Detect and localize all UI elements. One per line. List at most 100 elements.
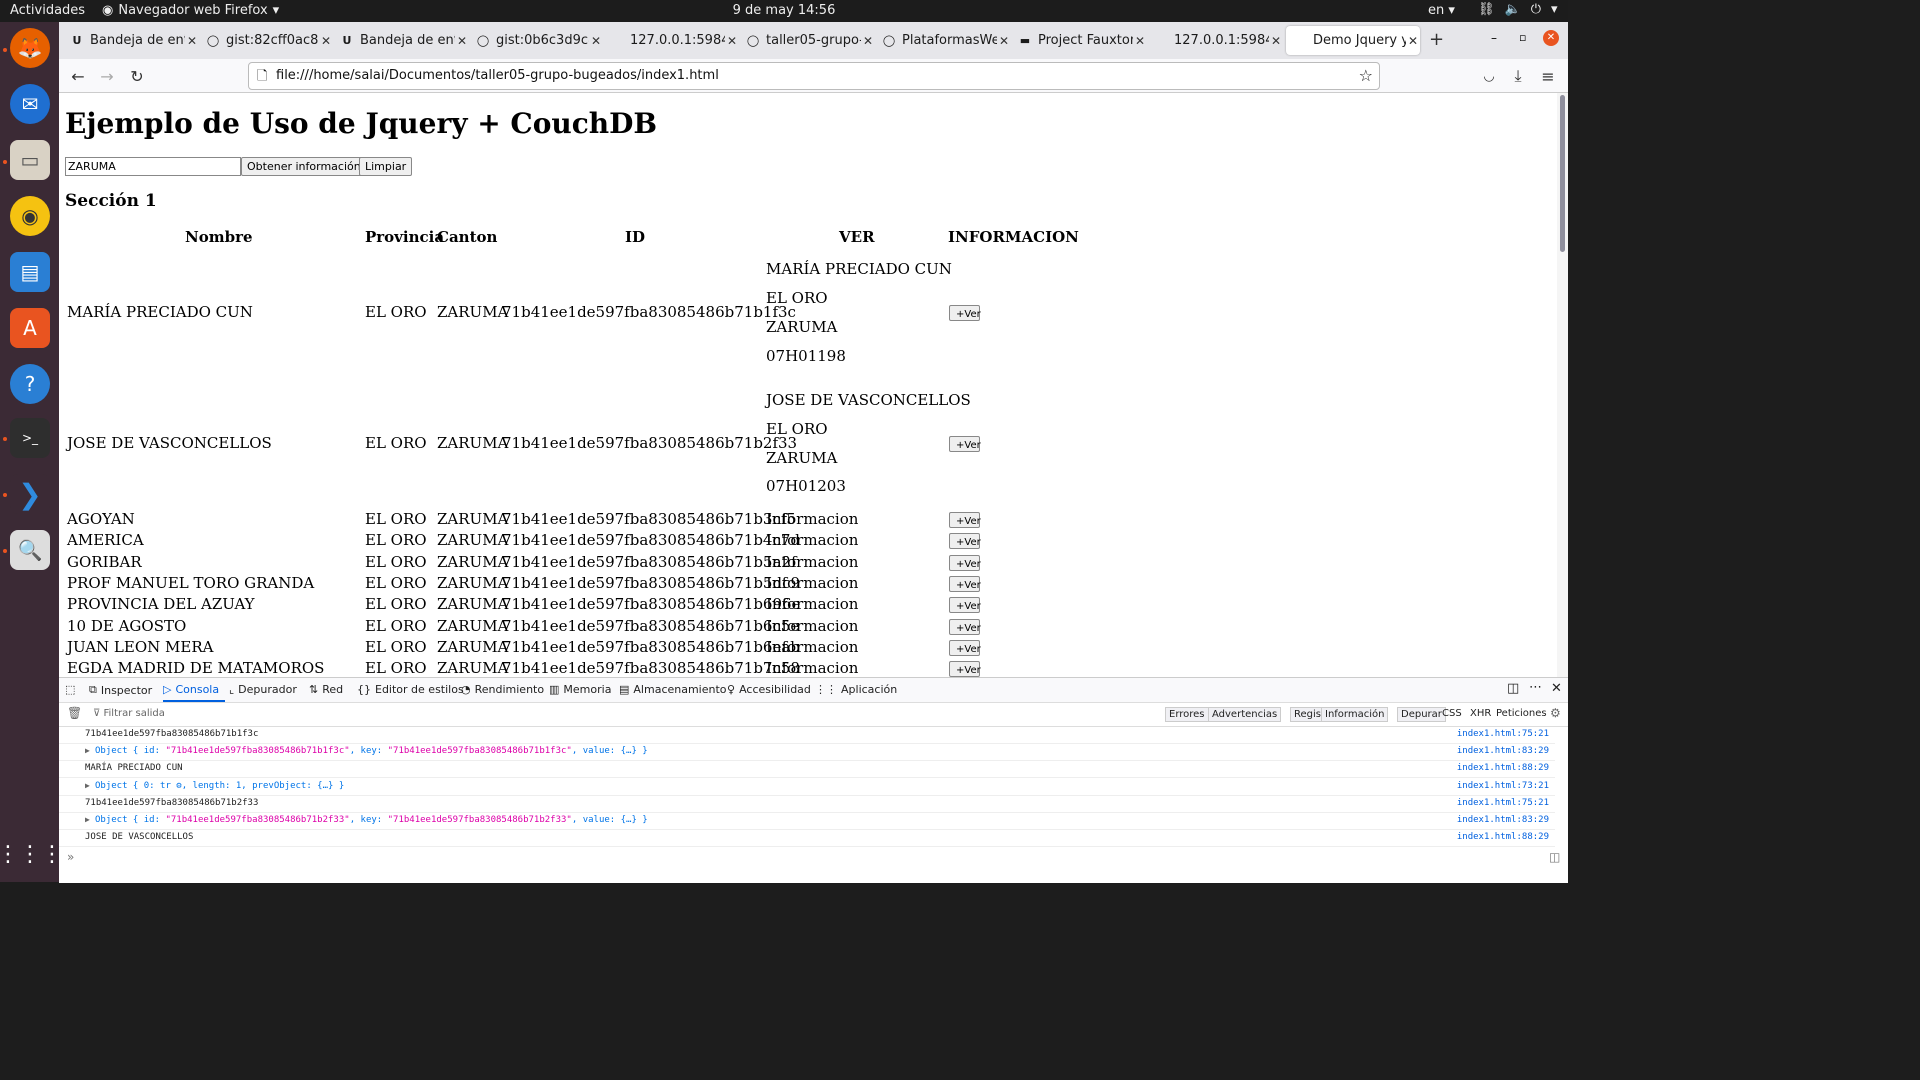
more-options-icon[interactable]: ⋯ <box>1529 680 1542 695</box>
devtools-tab-4[interactable]: {} Editor de estilos <box>357 683 464 696</box>
get-info-button[interactable]: Obtener información <box>241 157 367 176</box>
request-filter-1[interactable]: XHR <box>1467 707 1494 720</box>
log-object[interactable]: Object { id: "71b41ee1de597fba83085486b7… <box>95 815 648 825</box>
log-source-link[interactable]: index1.html:83:29 <box>1457 815 1549 825</box>
devtools-tab-8[interactable]: ♀ Accesibilidad <box>727 683 811 696</box>
expand-triangle-icon[interactable]: ▶ <box>85 781 90 790</box>
files-icon[interactable]: ▭ <box>10 140 50 180</box>
console-input[interactable]: » ◫ <box>59 848 1568 868</box>
devtools-tab-1[interactable]: ▷ Consola <box>163 683 219 696</box>
log-source-link[interactable]: index1.html:75:21 <box>1457 798 1549 808</box>
url-bar[interactable]: 🗋 file:///home/salai/Documentos/taller05… <box>248 62 1380 90</box>
minimize-button[interactable]: – <box>1491 31 1497 45</box>
devtools-tab-9[interactable]: ⋮⋮ Aplicación <box>815 683 897 696</box>
ver-button[interactable]: +Ver <box>949 305 981 321</box>
scrollbar[interactable] <box>1557 93 1568 677</box>
thunderbird-icon[interactable]: ✉ <box>10 84 50 124</box>
close-devtools-icon[interactable]: ✕ <box>1551 681 1562 696</box>
tab-0[interactable]: U Bandeja de entr ✕ <box>63 26 199 55</box>
download-icon[interactable]: ⤓ <box>1507 65 1529 87</box>
tab-close-icon[interactable]: ✕ <box>319 34 333 48</box>
menu-icon[interactable]: ≡ <box>1537 65 1559 87</box>
tab-2[interactable]: U Bandeja de entr ✕ <box>333 26 469 55</box>
app-grid-icon[interactable]: ⋮⋮⋮ <box>0 834 63 874</box>
devtools-tab-0[interactable]: ⧉ Inspector <box>89 683 152 697</box>
tab-close-icon[interactable]: ✕ <box>1269 34 1283 48</box>
clear-button[interactable]: Limpiar <box>359 157 413 176</box>
ver-button[interactable]: +Ver <box>949 661 981 677</box>
tab-1[interactable]: ◯ gist:82cff0ac8cf✕ <box>199 26 333 55</box>
dock-side-icon[interactable]: ◫ <box>1507 681 1519 696</box>
tab-close-icon[interactable]: ✕ <box>861 34 875 48</box>
reload-button[interactable]: ↻ <box>126 65 148 87</box>
clock[interactable]: 9 de may 14:56 <box>733 3 836 18</box>
ver-button[interactable]: +Ver <box>949 533 981 550</box>
log-filter-0[interactable]: Errores <box>1165 707 1209 722</box>
ver-button[interactable]: +Ver <box>949 436 981 452</box>
tab-7[interactable]: ▬ Project Fauxton ✕ <box>1011 26 1147 55</box>
devtools-tab-3[interactable]: ⇅ Red <box>309 683 343 696</box>
log-source-link[interactable]: index1.html:75:21 <box>1457 729 1549 739</box>
log-source-link[interactable]: index1.html:83:29 <box>1457 746 1549 756</box>
log-source-link[interactable]: index1.html:88:29 <box>1457 763 1549 773</box>
firefox-icon[interactable]: 🦊 <box>10 28 50 68</box>
log-filter-1[interactable]: Advertencias <box>1208 707 1282 722</box>
ver-button[interactable]: +Ver <box>949 618 981 635</box>
devtools-tab-6[interactable]: ▥ Memoria <box>549 683 611 696</box>
request-filter-0[interactable]: CSS <box>1439 707 1465 720</box>
scrollbar-thumb[interactable] <box>1560 95 1565 252</box>
request-filter-2[interactable]: Peticiones <box>1493 707 1550 720</box>
log-object[interactable]: Object { 0: tr ⚙, length: 1, prevObject:… <box>95 781 344 791</box>
expand-triangle-icon[interactable]: ▶ <box>85 815 90 824</box>
software-center-icon[interactable]: A <box>10 308 50 348</box>
help-icon[interactable]: ? <box>10 364 50 404</box>
language-indicator[interactable]: en ▾ <box>1428 3 1455 18</box>
terminal-icon[interactable]: >_ <box>10 418 50 458</box>
tab-close-icon[interactable]: ✕ <box>997 34 1011 48</box>
tab-close-icon[interactable]: ✕ <box>1406 34 1420 48</box>
element-picker-icon[interactable]: ⬚ <box>65 683 75 696</box>
tab-6[interactable]: ◯ PlataformasWeb✕ <box>875 26 1011 55</box>
tab-3[interactable]: ◯ gist:0b6c3d9c84✕ <box>469 26 603 55</box>
expand-triangle-icon[interactable]: ▶ <box>85 746 90 755</box>
filter-input[interactable]: ⊽ Filtrar salida <box>93 708 165 719</box>
pocket-icon[interactable]: ◡ <box>1478 65 1500 87</box>
back-button[interactable]: ← <box>67 65 89 87</box>
tab-5[interactable]: ◯ taller05-grupo-b✕ <box>739 26 875 55</box>
tab-9[interactable]: Demo Jquery y Jqu✕ <box>1286 26 1420 55</box>
tab-8[interactable]: 127.0.0.1:5984/bas✕ <box>1147 26 1283 55</box>
devtools-tab-7[interactable]: ▤ Almacenamiento <box>619 683 727 696</box>
maximize-button[interactable]: ▫ <box>1519 31 1526 44</box>
forward-button[interactable]: → <box>96 65 118 87</box>
ver-button[interactable]: +Ver <box>949 597 981 614</box>
bookmark-star-icon[interactable]: ☆ <box>1359 66 1373 85</box>
log-filter-3[interactable]: Información <box>1321 707 1389 722</box>
tab-close-icon[interactable]: ✕ <box>589 34 603 48</box>
tab-close-icon[interactable]: ✕ <box>185 34 199 48</box>
close-window-button[interactable]: ✕ <box>1543 30 1559 46</box>
rhythmbox-icon[interactable]: ◉ <box>10 196 50 236</box>
ver-button[interactable]: +Ver <box>949 639 981 656</box>
split-console-icon[interactable]: ◫ <box>1549 850 1560 864</box>
ver-button[interactable]: +Ver <box>949 512 981 528</box>
search-input[interactable] <box>65 157 241 176</box>
system-tray[interactable]: ⛓ 🔈 ⏻ ▾ <box>1478 2 1558 17</box>
ver-button[interactable]: +Ver <box>949 575 981 592</box>
devtools-tab-5[interactable]: ◔ Rendimiento <box>461 683 544 696</box>
activities-button[interactable]: Actividades <box>10 3 85 18</box>
new-tab-button[interactable]: + <box>1429 29 1444 50</box>
ver-button[interactable]: +Ver <box>949 554 981 571</box>
settings-gear-icon[interactable]: ⚙ <box>1550 706 1561 720</box>
libreoffice-writer-icon[interactable]: ▤ <box>10 252 50 292</box>
vscode-icon[interactable]: ❯ <box>10 474 50 514</box>
magnifier-icon[interactable]: 🔍 <box>10 530 50 570</box>
log-object[interactable]: Object { id: "71b41ee1de597fba83085486b7… <box>95 746 648 756</box>
tab-4[interactable]: 127.0.0.1:5984/bas✕ <box>603 26 739 55</box>
app-menu[interactable]: ◉ Navegador web Firefox ▾ <box>102 3 279 18</box>
log-source-link[interactable]: index1.html:73:21 <box>1457 781 1549 791</box>
devtools-tab-2[interactable]: ⌞ Depurador <box>229 683 297 696</box>
tab-close-icon[interactable]: ✕ <box>1133 34 1147 48</box>
tab-close-icon[interactable]: ✕ <box>725 34 739 48</box>
trash-icon[interactable]: 🗑 <box>67 706 82 720</box>
tab-close-icon[interactable]: ✕ <box>455 34 469 48</box>
